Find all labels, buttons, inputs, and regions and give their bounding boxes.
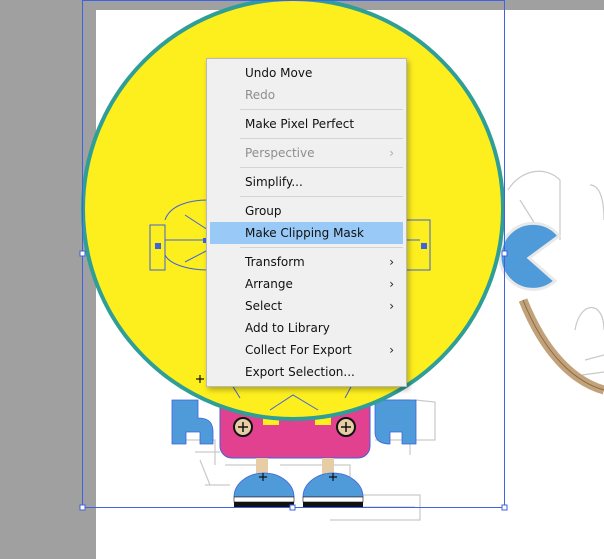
menu-separator xyxy=(240,247,403,248)
robot-left-arm[interactable] xyxy=(171,399,214,445)
menu-item-label: Select xyxy=(245,299,283,313)
menu-item-collect-for-export[interactable]: Collect For Export › xyxy=(210,339,403,361)
robot-bolt-left xyxy=(233,417,253,437)
context-menu[interactable]: Undo Move Redo Make Pixel Perfect Perspecti… xyxy=(206,58,407,387)
brown-arc-shape[interactable] xyxy=(518,298,604,395)
menu-item-label: Make Clipping Mask xyxy=(245,226,364,240)
menu-item-label: Make Pixel Perfect xyxy=(245,117,355,131)
menu-item-undo-move[interactable]: Undo Move xyxy=(210,62,403,84)
blue-pacman-shape[interactable] xyxy=(498,221,562,291)
menu-item-perspective[interactable]: Perspective › xyxy=(210,142,403,164)
menu-item-label: Arrange xyxy=(245,277,293,291)
menu-separator xyxy=(240,109,403,110)
menu-item-redo[interactable]: Redo xyxy=(210,84,403,106)
submenu-arrow-icon: › xyxy=(389,146,394,160)
menu-item-label: Perspective xyxy=(245,146,315,160)
menu-separator xyxy=(240,167,403,168)
submenu-arrow-icon: › xyxy=(389,277,394,291)
submenu-arrow-icon: › xyxy=(389,343,394,357)
robot-right-arm[interactable] xyxy=(374,399,417,445)
menu-item-simplify[interactable]: Simplify... xyxy=(210,171,403,193)
menu-item-add-to-library[interactable]: Add to Library xyxy=(210,317,403,339)
menu-item-label: Redo xyxy=(245,88,276,102)
menu-item-group[interactable]: Group xyxy=(210,200,403,222)
menu-item-label: Add to Library xyxy=(245,321,330,335)
menu-item-label: Transform xyxy=(245,255,305,269)
menu-item-export-selection[interactable]: Export Selection... xyxy=(210,361,403,383)
menu-item-make-clipping-mask[interactable]: Make Clipping Mask xyxy=(210,222,403,244)
menu-separator xyxy=(240,138,403,139)
menu-item-select[interactable]: Select › xyxy=(210,295,403,317)
robot-left-foot[interactable] xyxy=(233,472,295,507)
menu-item-label: Export Selection... xyxy=(245,365,355,379)
menu-separator xyxy=(240,196,403,197)
menu-item-label: Collect For Export xyxy=(245,343,352,357)
menu-item-make-pixel-perfect[interactable]: Make Pixel Perfect xyxy=(210,113,403,135)
robot-bolt-right xyxy=(336,417,356,437)
menu-item-transform[interactable]: Transform › xyxy=(210,251,403,273)
menu-item-label: Undo Move xyxy=(245,66,313,80)
submenu-arrow-icon: › xyxy=(389,299,394,313)
menu-item-label: Simplify... xyxy=(245,175,303,189)
menu-item-arrange[interactable]: Arrange › xyxy=(210,273,403,295)
menu-item-label: Group xyxy=(245,204,282,218)
submenu-arrow-icon: › xyxy=(389,255,394,269)
